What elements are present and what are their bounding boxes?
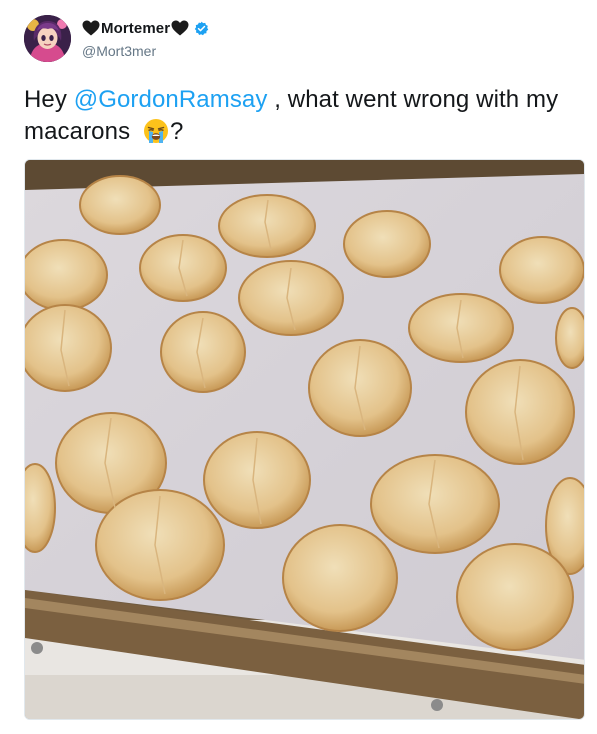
tweet-text-start: Hey — [24, 86, 74, 113]
author-block: Mortemer @Mort3mer — [82, 18, 209, 59]
loudly-crying-face-icon — [143, 118, 169, 144]
black-heart-icon — [82, 20, 100, 36]
mention-link[interactable]: @GordonRamsay — [74, 86, 268, 113]
tweet-text-end: ? — [169, 118, 184, 145]
black-heart-icon — [171, 20, 189, 36]
display-name[interactable]: Mortemer — [101, 20, 170, 37]
user-handle[interactable]: @Mort3mer — [82, 43, 209, 59]
tweet-text: Hey @GordonRamsay , what went wrong with… — [24, 84, 584, 148]
tweet-photo[interactable] — [24, 159, 585, 720]
tweet-card: Mortemer @Mort3mer Hey @GordonRamsay , w… — [0, 0, 597, 734]
avatar[interactable] — [24, 15, 71, 62]
display-name-row[interactable]: Mortemer — [82, 18, 209, 38]
verified-badge-icon — [194, 21, 209, 36]
